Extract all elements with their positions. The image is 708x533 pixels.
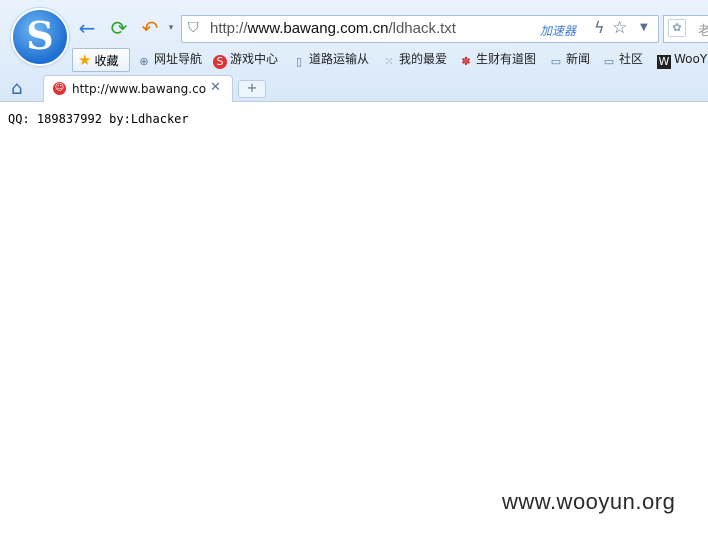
bookmark-item[interactable]: ▭ 新闻 xyxy=(549,49,590,69)
chevron-down-icon[interactable]: ▼ xyxy=(640,22,648,33)
search-box[interactable]: ✿ 老 xyxy=(663,15,708,43)
undo-icon[interactable]: ↶ xyxy=(139,17,161,39)
close-icon[interactable]: ✕ xyxy=(210,80,221,95)
bookmark-item[interactable]: ▯ 道路运输从 xyxy=(292,49,369,69)
browser-logo-icon[interactable]: S xyxy=(11,8,69,66)
globe-icon: ⊕ xyxy=(139,55,149,68)
refresh-icon[interactable]: ⟳ xyxy=(108,17,130,39)
paw-icon: ✽ xyxy=(461,55,471,68)
search-engine-icon[interactable]: ✿ xyxy=(668,19,686,37)
new-tab-button[interactable]: + xyxy=(238,80,266,98)
browser-chrome: S ← ⟳ ↶ ▾ ⛉ http://www.bawang.com.cn/ldh… xyxy=(0,0,708,102)
tab-title: http://www.bawang.com.cn/ldhack.txt xyxy=(72,82,206,96)
page-icon: ▯ xyxy=(295,55,303,68)
address-bar[interactable]: ⛉ http://www.bawang.com.cn/ldhack.txt 加速… xyxy=(181,15,659,43)
bookmark-item[interactable]: ⁙ 我的最爱 xyxy=(382,49,447,69)
grid-icon: ⁙ xyxy=(384,55,394,68)
bookmark-item[interactable]: W WooY xyxy=(657,49,707,69)
home-icon[interactable]: ⌂ xyxy=(11,78,22,99)
tab-active[interactable]: ☺ http://www.bawang.com.cn/ldhack.txt ✕ xyxy=(43,75,233,102)
bookmark-item[interactable]: ▭ 社区 xyxy=(602,49,643,69)
bookmark-item[interactable]: ✽ 生财有道图 xyxy=(459,49,536,69)
folder-icon: ▭ xyxy=(603,55,615,68)
site-favicon-icon: ☺ xyxy=(53,82,66,95)
favorites-button[interactable]: ★ 收藏 xyxy=(72,48,130,72)
favorites-star-icon: ★ xyxy=(78,51,92,69)
back-arrow-icon[interactable]: ← xyxy=(76,17,98,39)
wooyun-icon: W xyxy=(657,55,671,69)
folder-icon: ▭ xyxy=(550,55,562,68)
address-text[interactable]: http://www.bawang.com.cn/ldhack.txt xyxy=(210,20,456,37)
bookmark-item[interactable]: S 游戏中心 xyxy=(213,49,278,69)
page-text: QQ: 189837992 by:Ldhacker xyxy=(8,112,189,126)
page-content: QQ: 189837992 by:Ldhacker xyxy=(0,102,708,533)
bookmark-item[interactable]: ⊕ 网址导航 xyxy=(137,49,202,69)
search-placeholder: 老 xyxy=(698,24,708,39)
accelerator-label[interactable]: 加速器 xyxy=(540,22,576,39)
watermark: www.wooyun.org xyxy=(502,489,676,514)
star-icon[interactable]: ☆ xyxy=(612,18,627,38)
security-shield-icon: ⛉ xyxy=(188,20,199,36)
game-icon: S xyxy=(213,55,227,69)
lightning-icon[interactable]: ϟ xyxy=(594,18,605,37)
undo-dropdown-icon[interactable]: ▾ xyxy=(160,17,182,39)
